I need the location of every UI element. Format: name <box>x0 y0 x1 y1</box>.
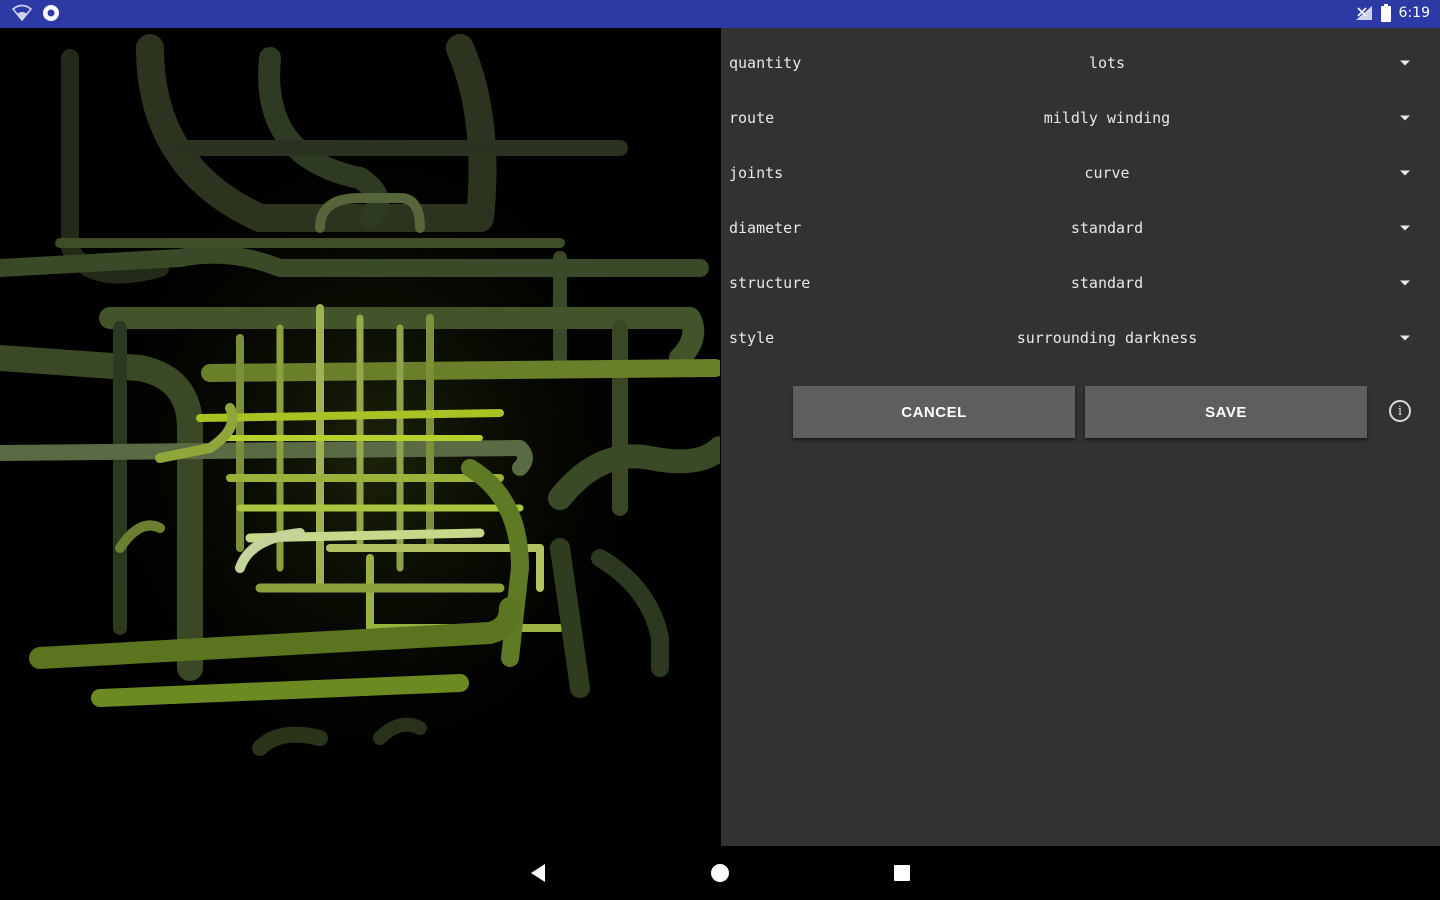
signal-icon <box>1355 6 1372 20</box>
status-left-icons <box>12 4 60 22</box>
navigation-bar <box>0 846 1440 900</box>
setting-value: curve <box>1084 164 1130 182</box>
chevron-down-icon[interactable] <box>1400 335 1410 341</box>
chevron-down-icon[interactable] <box>1400 60 1410 66</box>
setting-label: structure <box>729 274 811 292</box>
settings-panel: quantity lots route mildly winding joint… <box>721 28 1440 846</box>
setting-row-style[interactable]: style surrounding darkness <box>721 312 1440 367</box>
status-time: 6:19 <box>1398 5 1430 21</box>
setting-label: style <box>729 329 775 347</box>
setting-value: standard <box>1070 219 1144 237</box>
setting-label: joints <box>729 164 784 182</box>
recents-icon[interactable] <box>893 864 911 882</box>
back-icon[interactable] <box>529 863 547 883</box>
status-right-icons: 6:19 <box>1355 4 1430 22</box>
home-icon[interactable] <box>710 863 730 883</box>
chevron-down-icon[interactable] <box>1400 280 1410 286</box>
setting-row-route[interactable]: route mildly winding <box>721 92 1440 147</box>
status-bar: 6:19 <box>0 0 1440 28</box>
save-button[interactable]: SAVE <box>1085 386 1367 438</box>
chevron-down-icon[interactable] <box>1400 115 1410 121</box>
setting-value: standard <box>1070 274 1144 292</box>
setting-row-joints[interactable]: joints curve <box>721 147 1440 202</box>
pipes-preview-image <box>0 28 720 846</box>
battery-icon <box>1380 4 1391 22</box>
notification-icon <box>43 5 59 21</box>
setting-label: route <box>729 109 775 127</box>
wifi-icon <box>12 4 32 22</box>
pipes-preview <box>0 28 720 846</box>
info-icon[interactable]: i <box>1389 400 1411 422</box>
setting-row-quantity[interactable]: quantity lots <box>721 37 1440 92</box>
setting-label: diameter <box>729 219 802 237</box>
setting-value: lots <box>1088 54 1126 72</box>
setting-row-structure[interactable]: structure standard <box>721 257 1440 312</box>
setting-row-diameter[interactable]: diameter standard <box>721 202 1440 257</box>
chevron-down-icon[interactable] <box>1400 225 1410 231</box>
setting-value: mildly winding <box>1043 109 1171 127</box>
setting-value: surrounding darkness <box>1016 329 1198 347</box>
cancel-button[interactable]: CANCEL <box>793 386 1075 438</box>
chevron-down-icon[interactable] <box>1400 170 1410 176</box>
setting-label: quantity <box>729 54 802 72</box>
